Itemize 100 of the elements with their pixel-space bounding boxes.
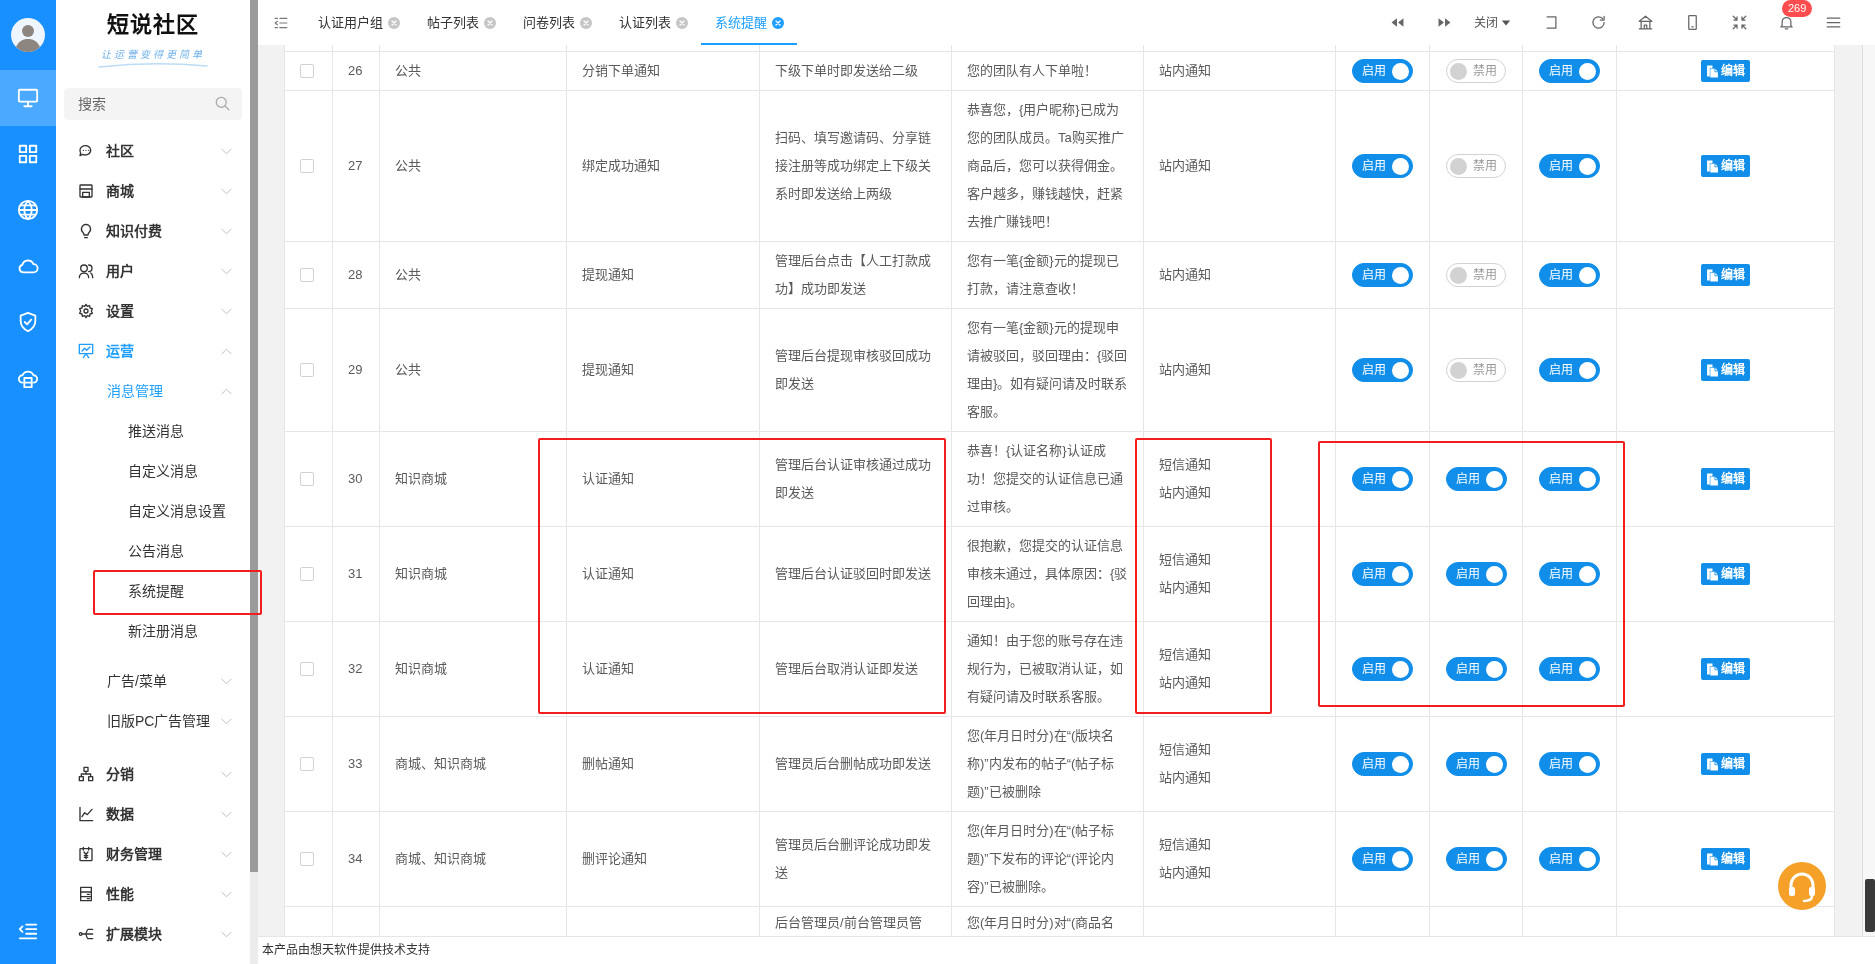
menu-item[interactable]: 运营 xyxy=(56,331,250,371)
menu-item[interactable]: 自定义消息 xyxy=(56,451,250,491)
toggle-switch[interactable]: 启用 xyxy=(1352,562,1413,587)
close-icon[interactable] xyxy=(676,16,688,29)
toggle-switch[interactable]: 启用 xyxy=(1445,847,1507,872)
close-icon[interactable] xyxy=(772,16,784,29)
toggle-switch[interactable]: 启用 xyxy=(1539,657,1600,682)
close-icon[interactable] xyxy=(388,16,400,29)
search-field[interactable]: 搜索 xyxy=(64,88,242,120)
toggle-switch[interactable]: 禁用 xyxy=(1446,263,1506,288)
edit-button[interactable]: 编辑 xyxy=(1701,359,1750,382)
channel-label: 站内通知 xyxy=(1159,768,1211,787)
row-checkbox[interactable] xyxy=(300,757,314,772)
row-checkbox[interactable] xyxy=(300,363,314,378)
toggle-switch[interactable]: 启用 xyxy=(1539,847,1600,872)
edit-button[interactable]: 编辑 xyxy=(1701,60,1750,83)
toggle-switch[interactable]: 启用 xyxy=(1539,154,1600,179)
menu-item[interactable]: 财务管理 xyxy=(56,834,250,874)
menu-item[interactable]: 广告/菜单 xyxy=(56,661,250,701)
toggle-switch[interactable]: 启用 xyxy=(1539,263,1600,288)
toggle-switch[interactable]: 禁用 xyxy=(1446,358,1506,383)
menu-item[interactable]: 分销 xyxy=(56,754,250,794)
tab[interactable]: 认证列表 xyxy=(605,0,701,45)
close-icon[interactable] xyxy=(580,16,592,29)
menu-item[interactable]: 商城 xyxy=(56,171,250,211)
toggle-switch[interactable]: 禁用 xyxy=(1446,154,1506,179)
search-icon[interactable] xyxy=(215,96,230,111)
menu-item[interactable]: 扩展模块 xyxy=(56,914,250,954)
avatar[interactable] xyxy=(11,18,45,52)
mobile-icon[interactable] xyxy=(1685,15,1700,30)
toggle-switch[interactable]: 启用 xyxy=(1352,59,1413,84)
toggle-switch[interactable]: 启用 xyxy=(1352,358,1413,383)
menu-item[interactable]: 系统提醒 xyxy=(56,571,250,611)
menu-item[interactable]: 自定义消息设置 xyxy=(56,491,250,531)
edit-button[interactable]: 编辑 xyxy=(1701,264,1750,287)
line-chart-icon xyxy=(78,806,94,822)
row-number: 27 xyxy=(348,157,363,173)
toggle-switch[interactable]: 启用 xyxy=(1352,263,1413,288)
menu-item[interactable]: 社区 xyxy=(56,131,250,171)
menu-item[interactable]: 设置 xyxy=(56,291,250,331)
menu-item[interactable]: 新注册消息 xyxy=(56,611,250,651)
toggle-switch[interactable]: 启用 xyxy=(1352,847,1413,872)
row-checkbox[interactable] xyxy=(300,852,314,867)
row-checkbox[interactable] xyxy=(300,567,314,582)
close-icon[interactable] xyxy=(484,16,496,29)
compress-icon[interactable] xyxy=(1732,15,1747,30)
toggle-switch[interactable]: 启用 xyxy=(1539,752,1600,777)
toggle-switch[interactable]: 启用 xyxy=(1445,657,1507,682)
toggle-switch[interactable]: 启用 xyxy=(1539,59,1600,84)
edit-button[interactable]: 编辑 xyxy=(1701,468,1750,491)
menu-item[interactable]: 知识付费 xyxy=(56,211,250,251)
edit-button[interactable]: 编辑 xyxy=(1701,848,1750,871)
edit-button[interactable]: 编辑 xyxy=(1701,658,1750,681)
building-icon[interactable] xyxy=(1638,15,1653,30)
menu-item[interactable]: 消息管理 xyxy=(56,371,250,411)
toggle-switch[interactable]: 启用 xyxy=(1445,467,1507,492)
row-checkbox[interactable] xyxy=(300,64,314,79)
toggle-knob xyxy=(1485,565,1503,583)
toggle-switch[interactable]: 启用 xyxy=(1352,467,1413,492)
close-dropdown[interactable]: 关闭 xyxy=(1468,0,1528,45)
menu-item[interactable]: 推送消息 xyxy=(56,411,250,451)
toggle-knob xyxy=(1485,755,1503,773)
row-checkbox[interactable] xyxy=(300,268,314,283)
toggle-switch[interactable]: 启用 xyxy=(1445,562,1507,587)
toggle-switch[interactable]: 启用 xyxy=(1352,657,1413,682)
menu-item[interactable]: 用户 xyxy=(56,251,250,291)
menu-item[interactable]: 性能 xyxy=(56,874,250,914)
menu-item[interactable]: 数据 xyxy=(56,794,250,834)
bracket-icon[interactable] xyxy=(1544,15,1559,30)
collapse-icon[interactable] xyxy=(274,15,288,30)
toggle-switch[interactable]: 启用 xyxy=(1539,562,1600,587)
menu-item[interactable]: 公告消息 xyxy=(56,531,250,571)
toggle-switch[interactable]: 启用 xyxy=(1352,752,1413,777)
toggle-switch[interactable]: 启用 xyxy=(1445,752,1507,777)
message-text: 通知！由于您的账号存在违规行为，已被取消认证，如有疑问请及时联系客服。 xyxy=(967,632,1123,704)
edit-button[interactable]: 编辑 xyxy=(1701,155,1750,178)
documents-icon xyxy=(1706,64,1719,78)
toggle-switch[interactable]: 启用 xyxy=(1539,467,1600,492)
row-checkbox[interactable] xyxy=(300,472,314,487)
toggle-switch[interactable]: 启用 xyxy=(1539,358,1600,383)
scrollbar-thumb[interactable] xyxy=(1865,879,1875,932)
tab[interactable]: 帖子列表 xyxy=(413,0,509,45)
row-checkbox[interactable] xyxy=(300,159,314,174)
toggle-switch[interactable]: 禁用 xyxy=(1446,59,1506,84)
toggle-switch[interactable]: 启用 xyxy=(1352,154,1413,179)
bell-icon[interactable] xyxy=(1779,15,1794,30)
double-left-icon[interactable] xyxy=(1391,16,1404,29)
edit-button[interactable]: 编辑 xyxy=(1701,563,1750,586)
edit-button[interactable]: 编辑 xyxy=(1701,753,1750,776)
tab[interactable]: 认证用户组 xyxy=(304,0,413,45)
refresh-icon[interactable] xyxy=(1591,15,1606,30)
menu-icon[interactable] xyxy=(1826,15,1841,30)
tab[interactable]: 问卷列表 xyxy=(509,0,605,45)
toggle-knob xyxy=(1579,470,1596,488)
documents-icon xyxy=(1706,757,1719,771)
rail-tab[interactable] xyxy=(0,70,56,126)
double-right-icon[interactable] xyxy=(1438,16,1451,29)
headset-icon[interactable] xyxy=(1778,862,1826,910)
menu-item[interactable]: 旧版PC广告管理 xyxy=(56,701,250,741)
row-checkbox[interactable] xyxy=(300,662,314,677)
